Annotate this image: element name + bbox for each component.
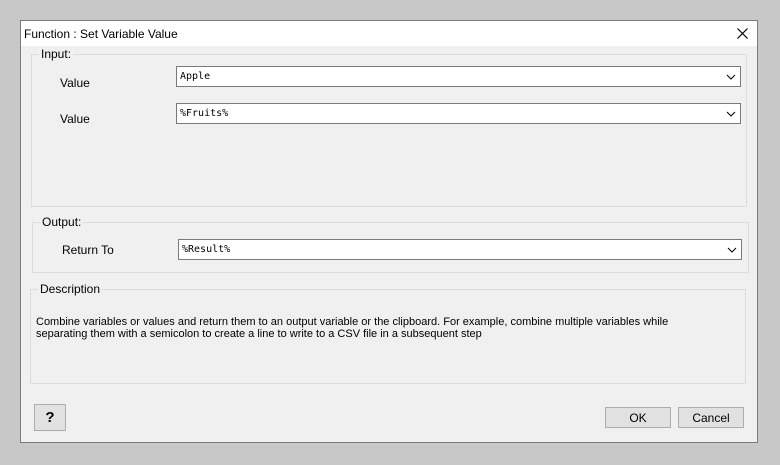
chevron-down-icon bbox=[727, 247, 737, 253]
close-button[interactable] bbox=[727, 21, 757, 46]
return-to-dropdown-button[interactable] bbox=[725, 240, 739, 259]
value-1-label: Value bbox=[60, 76, 90, 90]
return-to-combo[interactable]: %Result% bbox=[178, 239, 742, 260]
chevron-down-icon bbox=[726, 111, 736, 117]
value-2-text: %Fruits% bbox=[180, 108, 229, 119]
value-1-combo[interactable]: Apple bbox=[176, 66, 741, 87]
ok-button[interactable]: OK bbox=[605, 407, 671, 428]
help-button[interactable]: ? bbox=[34, 404, 66, 431]
description-line-1: Combine variables or values and return t… bbox=[36, 316, 669, 328]
description-label: Description bbox=[38, 282, 103, 296]
return-to-label: Return To bbox=[62, 243, 114, 257]
set-variable-value-dialog: Function : Set Variable Value Input: Val… bbox=[20, 20, 758, 443]
value-1-dropdown-button[interactable] bbox=[724, 67, 738, 86]
cancel-button[interactable]: Cancel bbox=[678, 407, 744, 428]
value-2-label: Value bbox=[60, 112, 90, 126]
value-2-dropdown-button[interactable] bbox=[724, 104, 738, 123]
output-group-label: Output: bbox=[40, 215, 84, 229]
value-1-text: Apple bbox=[180, 71, 211, 82]
close-icon bbox=[736, 28, 748, 39]
chevron-down-icon bbox=[726, 74, 736, 80]
output-group: Output: Return To %Result% bbox=[32, 216, 749, 273]
title-bar: Function : Set Variable Value bbox=[21, 21, 757, 46]
input-group-label: Input: bbox=[39, 47, 74, 61]
input-group: Input: Value Apple Value %Fruits% bbox=[31, 48, 747, 207]
description-group: Description Combine variables or values … bbox=[30, 283, 746, 384]
window-title: Function : Set Variable Value bbox=[24, 27, 178, 41]
description-line-2: separating them with a semicolon to crea… bbox=[36, 328, 482, 340]
description-text: Combine variables or values and return t… bbox=[36, 316, 736, 340]
value-2-combo[interactable]: %Fruits% bbox=[176, 103, 741, 124]
return-to-text: %Result% bbox=[182, 244, 231, 255]
